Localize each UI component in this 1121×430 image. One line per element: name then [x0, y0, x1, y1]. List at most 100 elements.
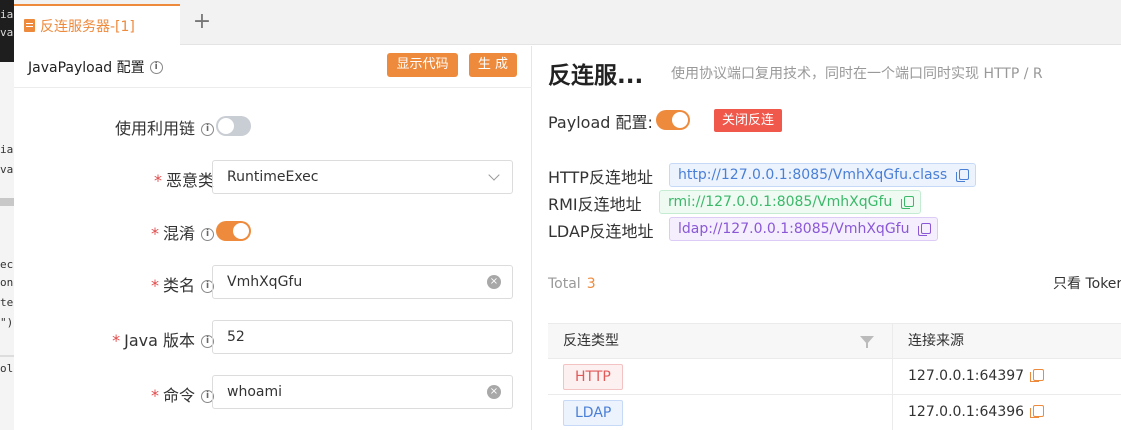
http-address-tag[interactable]: http://127.0.0.1:8085/VmhXqGfu.class	[669, 163, 977, 187]
info-icon[interactable]: i	[201, 123, 214, 136]
filter-icon[interactable]	[860, 336, 874, 348]
total-count: Total 3	[548, 276, 596, 292]
copy-icon[interactable]	[918, 223, 932, 236]
code-divider	[0, 355, 14, 357]
required-mark: *	[150, 386, 159, 405]
code-editor-dark-region: ia va	[0, 0, 14, 62]
copy-icon[interactable]	[901, 196, 915, 209]
source-value: 127.0.0.1:64396	[908, 404, 1025, 420]
address-label: LDAP反连地址	[548, 222, 654, 241]
field-label-text: Java 版本	[124, 331, 195, 350]
form-row-use-chain: 使用利用链 i	[14, 108, 532, 142]
address-value: http://127.0.0.1:8085/VmhXqGfu.class	[678, 167, 948, 183]
code-line: va	[0, 163, 14, 176]
chevron-down-icon	[488, 169, 500, 181]
clear-icon[interactable]: ×	[487, 385, 501, 399]
file-icon	[24, 19, 35, 32]
java-version-input[interactable]: 52	[212, 320, 513, 354]
malicious-class-select[interactable]: RuntimeExec	[212, 160, 513, 194]
source-cell: 127.0.0.1:64396	[893, 395, 1121, 430]
info-icon[interactable]: i	[149, 60, 163, 74]
required-mark: *	[153, 171, 162, 190]
required-mark: *	[150, 224, 159, 243]
field-label: * 命令 i	[151, 382, 214, 406]
java-payload-config-panel: JavaPayload 配置 i 显示代码 生 成 使用利用链 i * 恶意类 Run…	[14, 46, 532, 430]
form-row-malicious-class: * 恶意类 RuntimeExec	[14, 160, 532, 194]
panel-title: JavaPayload 配置 i	[28, 57, 163, 77]
code-line: te	[0, 296, 14, 309]
page-title: 反连服...	[548, 63, 644, 89]
field-label-text: 命令	[162, 386, 195, 405]
input-value: 52	[227, 329, 245, 345]
form-row-class-name: * 类名 i VmhXqGfu ×	[14, 265, 532, 299]
code-line: ia	[0, 143, 14, 156]
close-reverse-button[interactable]: 关闭反连	[714, 109, 783, 132]
field-label: 使用利用链 i	[115, 115, 214, 139]
class-name-input[interactable]: VmhXqGfu ×	[212, 265, 513, 299]
code-line: ec	[0, 258, 14, 271]
column-header-label: 连接来源	[908, 333, 964, 349]
total-label: Total	[548, 276, 581, 292]
select-value: RuntimeExec	[227, 169, 319, 185]
field-label: * 类名 i	[151, 272, 214, 296]
ldap-address-tag[interactable]: ldap://127.0.0.1:8085/VmhXqGfu	[669, 217, 939, 241]
type-cell: LDAP	[548, 395, 893, 430]
info-icon[interactable]: i	[201, 228, 214, 241]
page-description: 使用协议端口复用技术，同时在一个端口同时实现 HTTP / R	[671, 66, 1043, 82]
field-label-text: 恶意类	[165, 171, 214, 190]
copy-icon[interactable]	[1030, 369, 1045, 382]
code-line: ia	[0, 8, 14, 21]
required-mark: *	[112, 331, 121, 350]
form-row-java-version: * Java 版本 i 52	[14, 320, 532, 354]
toggle-knob	[233, 223, 249, 239]
code-line: ")	[0, 316, 14, 329]
address-value: rmi://127.0.0.1:8085/VmhXqGfu	[668, 194, 893, 210]
table-header: 反连类型 连接来源	[548, 323, 1121, 360]
use-chain-toggle[interactable]	[216, 116, 251, 136]
reverse-server-panel: 反连服... 使用协议端口复用技术，同时在一个端口同时实现 HTTP / R P…	[533, 46, 1121, 430]
clear-icon[interactable]: ×	[487, 275, 501, 289]
input-value: VmhXqGfu	[227, 274, 303, 290]
address-label: RMI反连地址	[548, 195, 642, 214]
show-code-button[interactable]: 显示代码	[387, 53, 458, 77]
type-tag-http: HTTP	[563, 364, 623, 390]
field-label-text: 类名	[162, 276, 195, 295]
generate-button[interactable]: 生 成	[469, 53, 517, 77]
form-row-obfuscation: * 混淆 i	[14, 213, 532, 247]
source-value: 127.0.0.1:64397	[908, 368, 1025, 384]
toggle-knob	[672, 112, 688, 128]
type-tag-ldap: LDAP	[563, 400, 624, 426]
only-token-filter[interactable]: 只看 Toker	[1053, 273, 1121, 293]
field-label: * 混淆 i	[151, 220, 214, 244]
add-tab-button[interactable]: +	[190, 10, 214, 34]
column-header-source: 连接来源	[893, 324, 1121, 360]
copy-icon[interactable]	[956, 169, 970, 182]
column-header-label: 反连类型	[563, 333, 619, 349]
connections-table: 反连类型 连接来源 HTTP 127.0.0.1:64397 LDAP 127.…	[548, 323, 1121, 430]
column-header-type: 反连类型	[548, 324, 893, 360]
address-label: HTTP反连地址	[548, 168, 653, 187]
command-input[interactable]: whoami ×	[212, 375, 513, 409]
code-line: va	[0, 26, 14, 39]
table-row[interactable]: HTTP 127.0.0.1:64397	[548, 359, 1121, 395]
total-value: 3	[586, 276, 596, 292]
copy-icon[interactable]	[1030, 405, 1045, 418]
field-label-text: 使用利用链	[114, 119, 195, 138]
required-mark: *	[150, 276, 159, 295]
table-row[interactable]: LDAP 127.0.0.1:64396	[548, 395, 1121, 430]
field-label-text: 混淆	[162, 224, 195, 243]
scroll-separator	[0, 198, 14, 206]
address-value: ldap://127.0.0.1:8085/VmhXqGfu	[678, 221, 910, 237]
tab-reverse-server[interactable]: 反连服务器-[1]	[14, 4, 180, 45]
code-line: on	[0, 276, 14, 289]
input-value: whoami	[227, 384, 282, 400]
rmi-address-tag[interactable]: rmi://127.0.0.1:8085/VmhXqGfu	[659, 190, 922, 214]
code-editor-strip: ia va ia va ec on te ") ol	[0, 0, 14, 430]
payload-config-toggle[interactable]	[656, 110, 690, 130]
payload-config-label: Payload 配置:	[548, 113, 653, 132]
form-row-command: * 命令 i whoami ×	[14, 375, 532, 409]
obfuscation-toggle[interactable]	[216, 221, 251, 241]
source-cell: 127.0.0.1:64397	[893, 359, 1121, 395]
toggle-knob	[218, 118, 234, 134]
field-label: * Java 版本 i	[112, 327, 214, 351]
